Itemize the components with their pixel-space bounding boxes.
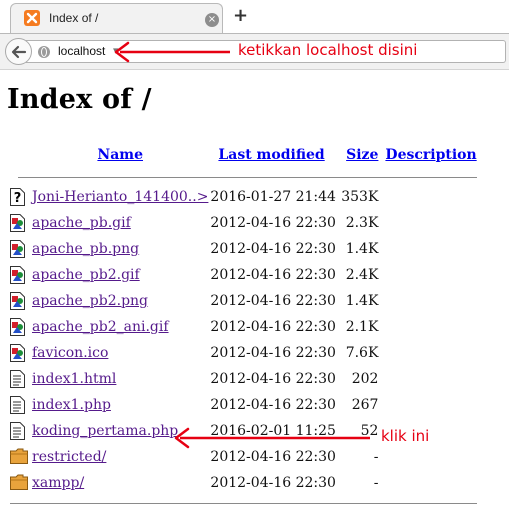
tab-bar: Index of / × + (0, 0, 509, 33)
description-cell (378, 444, 476, 470)
url-annotation-label: ketikkan localhost disini (238, 41, 418, 59)
file-link[interactable]: restricted/ (32, 449, 106, 465)
last-modified-cell: 2012-04-16 22:30 (210, 241, 336, 257)
folder-icon (10, 474, 28, 492)
text-file-icon (10, 422, 25, 440)
table-row: favicon.ico 2012-04-16 22:30 7.6K (10, 340, 477, 366)
table-row: apache_pb.png 2012-04-16 22:30 1.4K (10, 236, 477, 262)
file-link[interactable]: index1.php (32, 397, 111, 413)
svg-text:?: ? (14, 191, 22, 206)
back-arrow-icon (11, 45, 27, 59)
image-file-icon (10, 344, 25, 362)
file-link[interactable]: koding_pertama.php (32, 423, 178, 439)
back-button[interactable] (5, 38, 32, 65)
divider (10, 502, 477, 504)
file-link[interactable]: apache_pb.png (32, 241, 139, 257)
image-file-icon (10, 318, 25, 336)
tab-title: Index of / (49, 11, 99, 25)
sort-description-link[interactable]: Description (385, 147, 476, 163)
sort-last-modified-link[interactable]: Last modified (218, 147, 324, 163)
page-title: Index of / (7, 84, 152, 115)
last-modified-cell: 2012-04-16 22:30 (210, 293, 336, 309)
last-modified-cell: 2012-04-16 22:30 (210, 319, 336, 335)
last-modified-cell: 2012-04-16 22:30 (210, 215, 336, 231)
new-tab-button[interactable]: + (233, 5, 248, 27)
size-cell: 353K (341, 189, 379, 205)
description-cell (378, 340, 476, 366)
size-cell: 2.3K (345, 215, 379, 231)
divider (18, 176, 477, 178)
size-cell: 267 (351, 397, 379, 413)
file-link[interactable]: apache_pb2.gif (32, 267, 140, 283)
image-file-icon (10, 214, 25, 232)
image-file-icon (10, 292, 25, 310)
unknown-file-icon: ? (10, 188, 25, 206)
table-row: index1.php 2012-04-16 22:30 267 (10, 392, 477, 418)
table-row: apache_pb2.png 2012-04-16 22:30 1.4K (10, 288, 477, 314)
size-cell: 1.4K (345, 241, 379, 257)
description-cell (378, 366, 476, 392)
text-file-icon (10, 370, 25, 388)
last-modified-cell: 2012-04-16 22:30 (210, 397, 336, 413)
tab-index[interactable]: Index of / × (10, 3, 223, 33)
size-cell: 1.4K (345, 293, 379, 309)
last-modified-cell: 2012-04-16 22:30 (210, 345, 336, 361)
table-row: index1.html 2012-04-16 22:30 202 (10, 366, 477, 392)
file-link[interactable]: Joni-Herianto_141400..> (32, 189, 208, 205)
file-link[interactable]: apache_pb2_ani.gif (32, 319, 169, 335)
globe-icon (38, 46, 50, 58)
table-row: xampp/2012-04-16 22:30 - (10, 470, 477, 496)
file-link[interactable]: index1.html (32, 371, 116, 387)
address-input[interactable]: localhost (58, 44, 105, 58)
last-modified-cell: 2016-01-27 21:44 (210, 189, 336, 205)
listing-header: Name Last modified Size Description (10, 140, 476, 170)
description-cell (378, 314, 476, 340)
file-link[interactable]: xampp/ (32, 475, 84, 491)
last-modified-cell: 2012-04-16 22:30 (210, 371, 336, 387)
text-file-icon (10, 396, 25, 414)
description-cell (378, 288, 476, 314)
file-link[interactable]: apache_pb2.png (32, 293, 148, 309)
file-annotation-arrow (174, 427, 370, 449)
image-file-icon (10, 266, 25, 284)
file-link[interactable]: favicon.ico (32, 345, 108, 361)
description-cell (378, 392, 476, 418)
size-cell: - (373, 475, 379, 491)
table-row: apache_pb2.gif 2012-04-16 22:30 2.4K (10, 262, 477, 288)
xampp-favicon-icon (24, 10, 40, 26)
last-modified-cell: 2012-04-16 22:30 (210, 267, 336, 283)
table-row: apache_pb2_ani.gif 2012-04-16 22:30 2.1K (10, 314, 477, 340)
directory-listing: Name Last modified Size Description ? Jon… (10, 140, 477, 510)
file-link[interactable]: apache_pb.gif (32, 215, 131, 231)
folder-icon (10, 448, 28, 466)
table-row: ? Joni-Herianto_141400..> 2016-01-27 21:44… (10, 184, 477, 210)
description-cell (378, 262, 476, 288)
description-cell (378, 184, 476, 210)
table-row: apache_pb.gif 2012-04-16 22:30 2.3K (10, 210, 477, 236)
image-file-icon (10, 240, 25, 258)
url-annotation-arrow (114, 41, 230, 63)
description-cell (378, 210, 476, 236)
description-cell (378, 236, 476, 262)
description-cell (378, 470, 476, 496)
tab-close-icon[interactable]: × (205, 13, 219, 27)
size-cell: 2.4K (345, 267, 379, 283)
sort-name-link[interactable]: Name (97, 147, 143, 163)
size-cell: 7.6K (345, 345, 379, 361)
last-modified-cell: 2012-04-16 22:30 (210, 475, 336, 491)
file-annotation-label: klik ini (381, 427, 430, 445)
size-cell: 202 (351, 371, 379, 387)
sort-size-link[interactable]: Size (346, 147, 378, 163)
size-cell: 2.1K (345, 319, 379, 335)
